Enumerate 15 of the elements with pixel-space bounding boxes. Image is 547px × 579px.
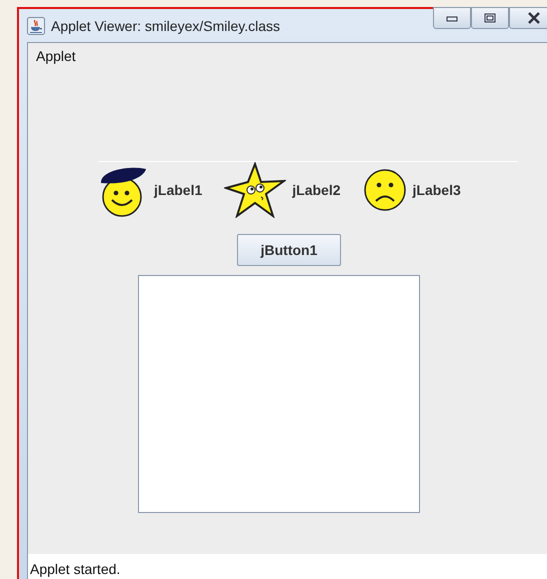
label-text: jLabel3 <box>412 182 461 198</box>
status-text: Applet started. <box>30 561 120 577</box>
label-text: jLabel2 <box>292 182 340 198</box>
minimize-icon <box>446 14 458 22</box>
close-button[interactable] <box>509 7 547 29</box>
maximize-button[interactable] <box>471 7 509 29</box>
menu-item[interactable]: Applet <box>36 48 76 64</box>
maximize-icon <box>484 13 496 23</box>
sad-face-icon <box>362 168 406 212</box>
minimize-button[interactable] <box>433 7 471 29</box>
jbutton[interactable]: jButton1 <box>237 234 341 266</box>
window-title: Applet Viewer: smileyex/Smiley.class <box>51 18 280 34</box>
cup-icon <box>27 16 45 34</box>
close-icon <box>527 12 541 24</box>
label-text: jLabel1 <box>154 182 202 198</box>
